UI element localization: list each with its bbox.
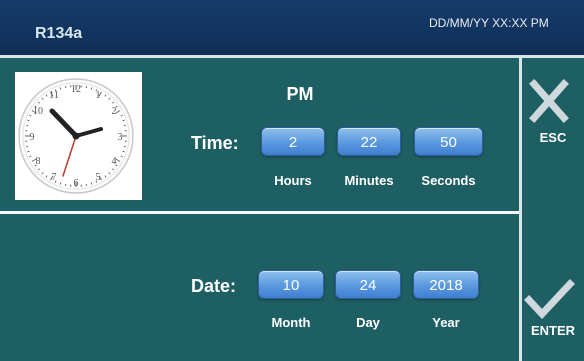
svg-text:1: 1 bbox=[96, 90, 101, 101]
section-divider bbox=[0, 211, 519, 214]
svg-text:9: 9 bbox=[30, 132, 35, 143]
clock-tick bbox=[59, 182, 62, 185]
seconds-field[interactable]: 50 bbox=[414, 127, 483, 156]
enter-label: ENTER bbox=[530, 323, 576, 338]
svg-text:11: 11 bbox=[49, 90, 59, 101]
year-unit-label: Year bbox=[432, 315, 460, 330]
esc-label: ESC bbox=[539, 130, 567, 145]
svg-text:5: 5 bbox=[96, 172, 101, 183]
clock-tick bbox=[59, 87, 62, 90]
svg-text:4: 4 bbox=[112, 156, 117, 167]
svg-text:2: 2 bbox=[112, 106, 117, 117]
analog-clock-icon: 12 1 2 3 4 5 6 7 8 9 10 11 bbox=[18, 78, 134, 194]
checkmark-icon bbox=[524, 279, 575, 320]
svg-text:8: 8 bbox=[36, 156, 41, 167]
x-icon bbox=[529, 79, 569, 123]
day-unit-label: Day bbox=[356, 315, 380, 330]
clock-tick bbox=[27, 150, 30, 153]
month-unit-label: Month bbox=[271, 315, 311, 330]
svg-text:3: 3 bbox=[118, 132, 123, 143]
screen: R134a DD/MM/YY XX:XX PM 12 1 2 3 4 5 6 7… bbox=[0, 0, 584, 361]
enter-button[interactable]: ENTER bbox=[522, 278, 584, 348]
esc-button[interactable]: ESC bbox=[522, 76, 584, 156]
svg-text:6: 6 bbox=[74, 178, 79, 189]
svg-text:12: 12 bbox=[71, 84, 81, 95]
hours-field[interactable]: 2 bbox=[261, 127, 325, 156]
day-field[interactable]: 24 bbox=[335, 270, 401, 299]
clock-tick bbox=[122, 150, 125, 153]
clock-tick bbox=[90, 182, 93, 185]
clock-tick bbox=[90, 87, 93, 90]
hours-unit-label: Hours bbox=[274, 173, 312, 188]
svg-text:10: 10 bbox=[33, 106, 43, 117]
header-bar: R134a DD/MM/YY XX:XX PM bbox=[0, 0, 584, 57]
seconds-unit-label: Seconds bbox=[421, 173, 476, 188]
app-title: R134a bbox=[35, 25, 83, 42]
month-field[interactable]: 10 bbox=[258, 270, 324, 299]
clock-tick bbox=[27, 119, 30, 122]
ampm-indicator: PM bbox=[286, 84, 314, 104]
date-label: Date: bbox=[191, 276, 237, 296]
time-label: Time: bbox=[191, 133, 239, 153]
minutes-field[interactable]: 22 bbox=[337, 127, 401, 156]
clock-image: 12 1 2 3 4 5 6 7 8 9 10 11 bbox=[15, 72, 142, 200]
clock-tick bbox=[122, 119, 125, 122]
header-datetime: DD/MM/YY XX:XX PM bbox=[429, 16, 549, 30]
svg-text:7: 7 bbox=[52, 172, 57, 183]
year-field[interactable]: 2018 bbox=[413, 270, 479, 299]
minutes-unit-label: Minutes bbox=[344, 173, 394, 188]
